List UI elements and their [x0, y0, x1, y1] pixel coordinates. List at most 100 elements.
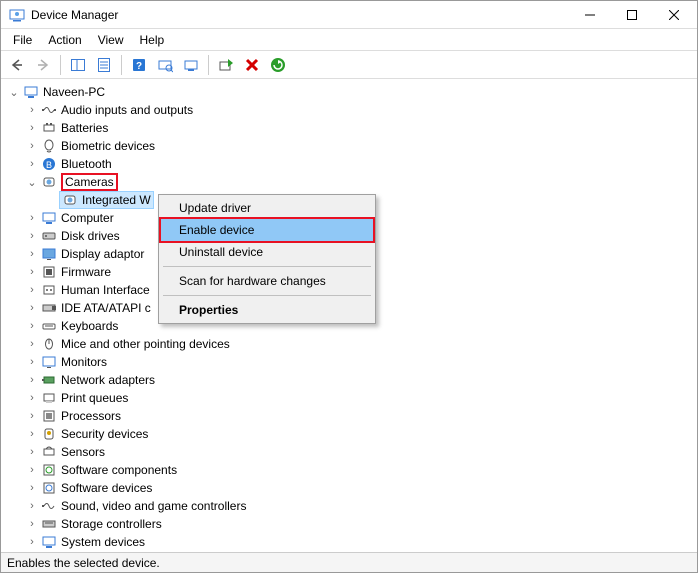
close-button[interactable] [661, 5, 687, 25]
camera-device-icon [62, 192, 78, 208]
expand-icon[interactable]: › [25, 247, 39, 261]
category-icon [41, 480, 57, 496]
category-icon [41, 354, 57, 370]
scan-hardware-button[interactable] [153, 53, 177, 77]
window-buttons [577, 5, 693, 25]
category-label: Batteries [61, 121, 108, 135]
category-icon [41, 426, 57, 442]
status-text: Enables the selected device. [7, 556, 160, 570]
expand-icon[interactable]: › [25, 355, 39, 369]
cm-separator [163, 266, 371, 267]
titlebar: Device Manager [1, 1, 697, 29]
menu-view[interactable]: View [90, 31, 132, 49]
category-label: Software devices [61, 481, 152, 495]
tree-root[interactable]: ⌄ Naveen-PC [3, 83, 697, 101]
category-icon [41, 228, 57, 244]
category-icon [41, 102, 57, 118]
expand-icon[interactable]: › [25, 409, 39, 423]
computer-icon [23, 84, 39, 100]
category-label: Mice and other pointing devices [61, 337, 230, 351]
device-label: Integrated W [82, 193, 151, 207]
category-icon [41, 210, 57, 226]
category-label: Print queues [61, 391, 128, 405]
tree-category[interactable]: › Print queues [3, 389, 697, 407]
cm-update-driver[interactable]: Update driver [161, 197, 373, 219]
app-icon [9, 7, 25, 23]
expand-icon[interactable]: › [25, 319, 39, 333]
expand-icon[interactable]: › [25, 121, 39, 135]
tree-category[interactable]: › Mice and other pointing devices [3, 335, 697, 353]
tree-category[interactable]: ›Security devices [3, 425, 697, 443]
maximize-button[interactable] [619, 5, 645, 25]
category-icon [41, 516, 57, 532]
help-button[interactable]: ? [127, 53, 151, 77]
expand-icon[interactable]: › [25, 283, 39, 297]
cm-properties[interactable]: Properties [161, 299, 373, 321]
tree-category[interactable]: ⌄Cameras [3, 173, 697, 191]
category-label: Bluetooth [61, 157, 112, 171]
tree-category[interactable]: › Sensors [3, 443, 697, 461]
back-button[interactable] [5, 53, 29, 77]
category-icon [41, 462, 57, 478]
category-label: Monitors [61, 355, 107, 369]
expand-icon[interactable]: › [25, 337, 39, 351]
tree-category[interactable]: ›B Bluetooth [3, 155, 697, 173]
expand-icon[interactable]: › [25, 517, 39, 531]
expand-icon[interactable]: › [25, 445, 39, 459]
device-tree[interactable]: ⌄ Naveen-PC › Audio inputs and outputs › Ba… [1, 79, 697, 552]
cm-enable-device[interactable]: Enable device [159, 217, 375, 243]
tree-category[interactable]: › Audio inputs and outputs [3, 101, 697, 119]
category-icon [41, 336, 57, 352]
category-label: Software components [61, 463, 177, 477]
category-label: Sensors [61, 445, 105, 459]
menu-help[interactable]: Help [132, 31, 173, 49]
cm-separator [163, 295, 371, 296]
tree-category[interactable]: › Monitors [3, 353, 697, 371]
expand-icon[interactable]: › [25, 373, 39, 387]
category-icon [41, 246, 57, 262]
expand-icon[interactable]: › [25, 481, 39, 495]
tree-category[interactable]: ›Network adapters [3, 371, 697, 389]
collapse-icon[interactable]: ⌄ [25, 175, 39, 189]
category-icon [41, 498, 57, 514]
cm-scan-hardware[interactable]: Scan for hardware changes [161, 270, 373, 292]
update-driver-button[interactable] [179, 53, 203, 77]
expand-icon[interactable]: › [25, 103, 39, 117]
menu-file[interactable]: File [5, 31, 40, 49]
enable-device-button[interactable] [214, 53, 238, 77]
category-icon [41, 300, 57, 316]
tree-category[interactable]: › Software devices [3, 479, 697, 497]
expand-icon[interactable]: › [25, 301, 39, 315]
tree-category[interactable]: › Batteries [3, 119, 697, 137]
expand-icon[interactable]: › [25, 265, 39, 279]
collapse-icon[interactable]: ⌄ [7, 85, 21, 99]
expand-icon[interactable]: › [25, 427, 39, 441]
category-icon [41, 282, 57, 298]
toolbar-separator [121, 55, 122, 75]
cm-uninstall-device[interactable]: Uninstall device [161, 241, 373, 263]
uninstall-button[interactable] [240, 53, 264, 77]
expand-icon[interactable]: › [25, 157, 39, 171]
forward-button[interactable] [31, 53, 55, 77]
expand-icon[interactable]: › [25, 139, 39, 153]
refresh-button[interactable] [266, 53, 290, 77]
tree-category[interactable]: › Software components [3, 461, 697, 479]
category-label: Biometric devices [61, 139, 155, 153]
expand-icon[interactable]: › [25, 535, 39, 549]
expand-icon[interactable]: › [25, 391, 39, 405]
menu-action[interactable]: Action [40, 31, 89, 49]
tree-category[interactable]: ›Processors [3, 407, 697, 425]
tree-category[interactable]: › Biometric devices [3, 137, 697, 155]
tree-category[interactable]: ›Sound, video and game controllers [3, 497, 697, 515]
expand-icon[interactable]: › [25, 229, 39, 243]
expand-icon[interactable]: › [25, 463, 39, 477]
category-icon: B [41, 156, 57, 172]
category-label: Audio inputs and outputs [61, 103, 193, 117]
tree-category[interactable]: ›Storage controllers [3, 515, 697, 533]
tree-category[interactable]: ›System devices [3, 533, 697, 551]
expand-icon[interactable]: › [25, 499, 39, 513]
show-hide-console-button[interactable] [66, 53, 90, 77]
expand-icon[interactable]: › [25, 211, 39, 225]
minimize-button[interactable] [577, 5, 603, 25]
properties-button[interactable] [92, 53, 116, 77]
